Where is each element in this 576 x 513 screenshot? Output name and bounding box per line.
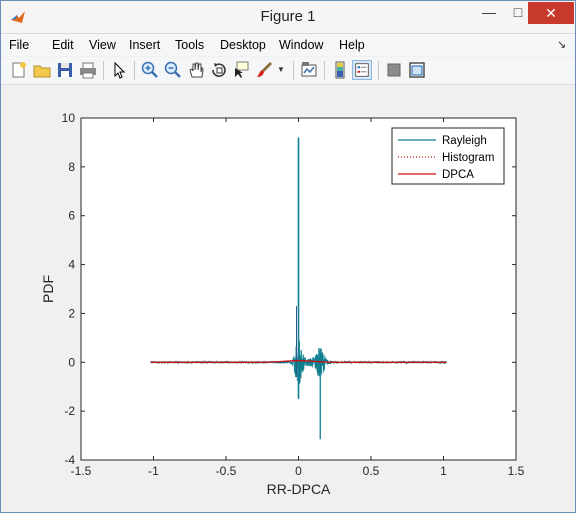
insert-colorbar-icon[interactable]: [330, 60, 350, 80]
x-axis-label: RR-DPCA: [267, 481, 331, 497]
y-tick-label: 10: [62, 111, 76, 125]
close-button[interactable]: ✕: [528, 2, 574, 24]
x-tick-label: -0.5: [216, 464, 237, 478]
x-tick-label: 1.5: [508, 464, 525, 478]
menu-view[interactable]: View: [89, 34, 116, 56]
zoom-in-icon[interactable]: [140, 60, 160, 80]
figure-window: Figure 1 — □ ✕ File Edit View Insert Too…: [0, 0, 576, 513]
x-tick-label: 1: [440, 464, 447, 478]
show-plot-tools-icon[interactable]: [407, 60, 427, 80]
title-bar[interactable]: Figure 1 — □ ✕: [1, 1, 575, 34]
y-tick-label: -4: [64, 453, 75, 467]
toolbar-separator: [134, 61, 135, 80]
plot-area[interactable]: -1.5 -1 -0.5 0 0.5 1 1.5-4-20246810RR-DPCAPDF …: [9, 85, 571, 505]
brush-dropdown-icon[interactable]: ▼: [277, 60, 287, 80]
rotate-3d-icon[interactable]: [209, 60, 229, 80]
y-tick-label: 6: [68, 209, 75, 223]
y-tick-label: 4: [68, 258, 75, 272]
print-icon[interactable]: [78, 60, 98, 80]
y-tick-label: 8: [68, 160, 75, 174]
brush-icon[interactable]: [255, 60, 275, 80]
menu-window[interactable]: Window: [279, 34, 323, 56]
y-tick-label: 2: [68, 306, 75, 320]
y-axis-label: PDF: [40, 275, 56, 303]
figure-canvas: -1.5 -1 -0.5 0 0.5 1 1.5 -4 -2 0 2 4 6 8 10 RR-DPCA PDF …: [9, 85, 571, 505]
x-tick-label: -1: [148, 464, 159, 478]
save-icon[interactable]: [55, 60, 75, 80]
zoom-out-icon[interactable]: [163, 60, 183, 80]
x-tick-label: 0.5: [363, 464, 380, 478]
hide-plot-tools-icon[interactable]: [384, 60, 404, 80]
data-cursor-icon[interactable]: [232, 60, 252, 80]
y-tick-label: 0: [68, 355, 75, 369]
toolbar-separator: [293, 61, 294, 80]
open-file-icon[interactable]: [32, 60, 52, 80]
menu-help[interactable]: Help: [339, 34, 365, 56]
edit-plot-arrow-icon[interactable]: [109, 60, 129, 80]
minimize-button[interactable]: —: [475, 2, 503, 24]
dock-arrow-icon[interactable]: ↘: [557, 38, 566, 51]
legend-entry-label: DPCA: [442, 169, 474, 181]
y-tick-label: -2: [64, 404, 75, 418]
insert-legend-icon[interactable]: [352, 60, 372, 80]
legend-entry-label: Histogram: [442, 152, 494, 164]
menu-file[interactable]: File: [9, 34, 29, 56]
toolbar-separator: [324, 61, 325, 80]
x-tick-label: 0: [295, 464, 302, 478]
menu-bar: File Edit View Insert Tools Desktop Wind…: [1, 34, 575, 56]
toolbar-separator: [103, 61, 104, 80]
new-figure-icon[interactable]: [9, 60, 29, 80]
menu-edit[interactable]: Edit: [52, 34, 74, 56]
pan-hand-icon[interactable]: [186, 60, 206, 80]
figure-toolbar: ▼: [1, 57, 575, 85]
menu-desktop[interactable]: Desktop: [220, 34, 266, 56]
link-plot-icon[interactable]: [299, 60, 319, 80]
menu-tools[interactable]: Tools: [175, 34, 204, 56]
toolbar-separator: [378, 61, 379, 80]
menu-insert[interactable]: Insert: [129, 34, 160, 56]
legend-entry-label: Rayleigh: [442, 135, 487, 147]
